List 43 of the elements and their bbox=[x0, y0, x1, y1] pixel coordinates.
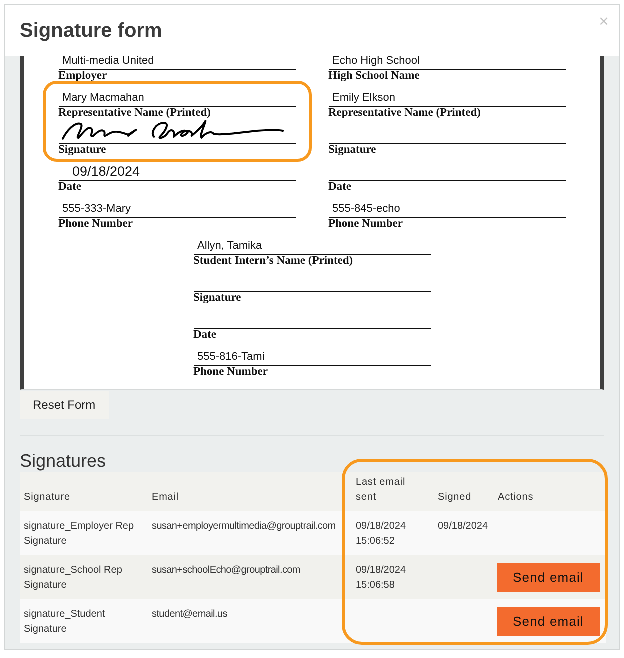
field-label: Date bbox=[58, 181, 82, 194]
column-header: Actions bbox=[497, 491, 535, 505]
email-address: susan+employermultimedia@grouptrail.com bbox=[151, 520, 337, 534]
field-label: Representative Name (Printed) bbox=[58, 107, 212, 120]
column-header: Last email sent bbox=[355, 476, 407, 505]
email-address: susan+schoolEcho@grouptrail.com bbox=[151, 564, 302, 578]
field-label: High School Name bbox=[328, 70, 421, 83]
fill-in-line[interactable]: Multi-media United bbox=[58, 56, 296, 70]
sent-timestamp: 09/18/2024 15:06:58 bbox=[355, 564, 408, 593]
field-label: Date bbox=[194, 329, 218, 342]
field-label: Representative Name (Printed) bbox=[328, 107, 482, 120]
fill-in-line[interactable]: 09/18/2024 bbox=[58, 159, 296, 181]
field-label: Phone Number bbox=[194, 366, 269, 379]
field-label: Employer bbox=[58, 70, 108, 83]
dialog-title: Signature form bbox=[20, 18, 162, 42]
section-title: Signatures bbox=[20, 450, 108, 472]
fill-in-line[interactable]: 555-816-Tami bbox=[194, 344, 430, 366]
fill-in-line[interactable]: Echo High School bbox=[328, 56, 566, 70]
field-label: Student Intern’s Name (Printed) bbox=[194, 255, 354, 268]
column-header: Signature bbox=[23, 491, 72, 505]
send-email-button[interactable]: Send email bbox=[497, 607, 600, 636]
fill-in-line[interactable]: Emily Elkson bbox=[328, 85, 566, 107]
signature-name: signature_Employer Rep Signature bbox=[23, 520, 136, 549]
field-label: Signature bbox=[194, 292, 242, 305]
signed-date: 09/18/2024 bbox=[437, 520, 490, 534]
field-label: Date bbox=[328, 181, 352, 194]
column-header: Signed bbox=[437, 491, 473, 505]
signature-name: signature_Student Signature bbox=[23, 608, 106, 637]
field-label: Phone Number bbox=[58, 218, 134, 231]
field-label: Signature bbox=[328, 144, 378, 157]
sent-timestamp: 09/18/2024 15:06:52 bbox=[355, 520, 408, 549]
signature-line[interactable] bbox=[58, 122, 296, 144]
email-address: student@email.us bbox=[151, 608, 228, 622]
fill-in-line[interactable]: Allyn, Tamika bbox=[194, 233, 430, 255]
field-label: Phone Number bbox=[328, 218, 404, 231]
send-email-button[interactable]: Send email bbox=[497, 563, 600, 592]
field-label: Signature bbox=[58, 144, 108, 157]
column-header: Email bbox=[151, 491, 180, 505]
fill-in-line[interactable]: 555-333-Mary bbox=[58, 196, 296, 218]
fill-in-line[interactable]: 555-845-echo bbox=[328, 196, 566, 218]
fill-in-line[interactable]: Mary Macmahan bbox=[58, 85, 296, 107]
signature-name: signature_School Rep Signature bbox=[23, 564, 124, 593]
reset-form-button[interactable]: Reset Form bbox=[20, 391, 109, 419]
